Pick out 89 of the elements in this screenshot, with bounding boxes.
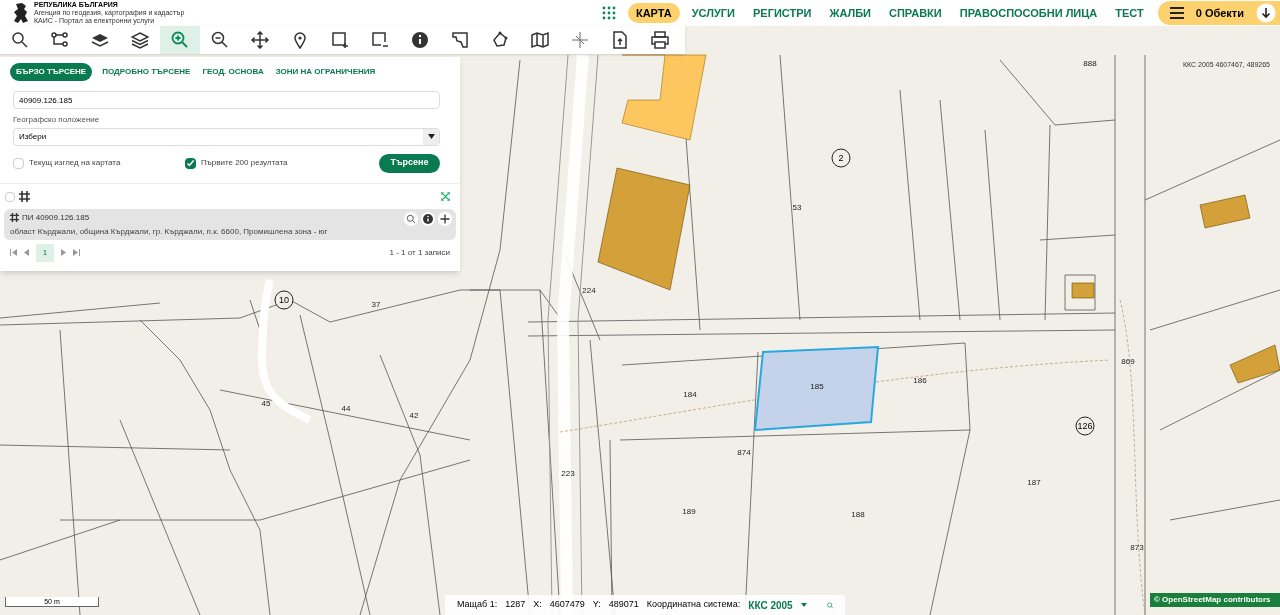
parcel-number: 42 — [409, 410, 419, 422]
crs-dropdown[interactable]: ККС 2005 — [748, 597, 807, 613]
split-lines-icon — [571, 31, 589, 49]
map-number-label: 2 — [831, 148, 851, 168]
attribution-bar: © OpenStreetMap contributors — [1150, 593, 1280, 607]
map-pin-icon — [291, 31, 309, 49]
checkbox[interactable] — [185, 157, 196, 169]
parcel-number: 869 — [1121, 356, 1135, 368]
checkbox-label: Първите 200 резултата — [201, 157, 288, 169]
x-label: X: — [533, 598, 542, 612]
polygon-icon — [491, 31, 509, 49]
search-icon — [11, 31, 29, 49]
search-tab[interactable]: ГЕОД. ОСНОВА — [200, 66, 266, 78]
parcel-number: 187 — [1027, 477, 1041, 489]
zoom-in-icon — [171, 31, 189, 49]
first-page-icon[interactable] — [10, 249, 17, 256]
parcel-number: 874 — [737, 447, 751, 459]
parcel-number: 888 — [1083, 58, 1097, 70]
move-arrows-icon — [251, 31, 269, 49]
layers-icon — [91, 31, 109, 49]
checkbox[interactable] — [13, 157, 24, 169]
x-value: 4607479 — [549, 598, 585, 612]
parcel-number: 45 — [261, 398, 271, 410]
parcel-number: 184 — [683, 389, 697, 401]
printer-icon — [651, 31, 669, 49]
pager-summary: 1 - 1 от 1 записи — [389, 246, 450, 259]
y-label: Y: — [592, 598, 601, 612]
parcel-number: 224 — [582, 285, 596, 297]
parcel-corner-icon — [451, 31, 469, 49]
nav-link[interactable]: УСЛУГИ — [685, 4, 741, 22]
parcel-number: 873 — [1130, 542, 1144, 554]
caret-down-icon — [800, 603, 807, 607]
search-field[interactable]: 40909.126.185 — [13, 91, 440, 109]
menu-icon — [1169, 7, 1184, 19]
layers-icon — [131, 31, 149, 49]
parcel-number: 53 — [792, 202, 802, 214]
parcel-number: 189 — [682, 506, 696, 518]
crs-label: Координатна система: — [646, 598, 741, 612]
info-icon — [411, 31, 429, 49]
search-button[interactable]: Търсене — [379, 153, 440, 173]
scale-value: 1287 — [505, 598, 526, 612]
info-icon[interactable] — [421, 211, 435, 226]
parcel-number: 186 — [913, 375, 927, 387]
result-item[interactable]: ПИ 40909.126.185 област Кърджали, община Кърджали, гр. Кърджали, п.к. 6600, Промишлена зона - юг — [4, 208, 456, 240]
nav-link[interactable]: ПРАВОСПОСОБНИ ЛИЦА — [953, 4, 1104, 22]
select-all-checkbox[interactable] — [5, 191, 15, 202]
search-tab[interactable]: БЪРЗО ТЪРСЕНЕ — [10, 63, 93, 81]
zoom-out-icon — [211, 31, 229, 49]
building[interactable] — [1199, 194, 1251, 229]
parcel-number: 37 — [371, 299, 381, 311]
search-icon[interactable] — [404, 211, 418, 226]
parcel-number: 223 — [561, 468, 575, 480]
field-label: Географско положение — [13, 113, 100, 126]
expand-icon[interactable] — [441, 192, 450, 201]
parcel-grid-icon — [19, 191, 30, 202]
page-button[interactable]: 1 — [36, 243, 54, 262]
nav-link[interactable]: СПРАВКИ — [883, 4, 948, 22]
search-tab[interactable]: ПОДРОБНО ТЪРСЕНЕ — [100, 66, 193, 78]
nav-link[interactable]: ЖАЛБИ — [823, 4, 877, 22]
apps-grid-icon[interactable] — [601, 6, 616, 20]
parcel-grid-icon — [10, 213, 19, 222]
map-number-label: 10 — [274, 290, 294, 310]
nav-link[interactable]: КАРТА — [627, 2, 680, 24]
scale-label: Мащаб 1: — [457, 598, 498, 612]
plus-icon[interactable] — [438, 211, 452, 226]
parcel-number: 44 — [341, 403, 351, 415]
previous-page-icon[interactable] — [23, 249, 30, 256]
map-number-label: 126 — [1075, 416, 1095, 436]
y-value: 489071 — [608, 598, 639, 612]
node-tree-icon — [51, 31, 69, 49]
building[interactable] — [597, 167, 691, 291]
document-upload-icon — [611, 31, 629, 49]
cart-button[interactable]: 0 Обекти — [1157, 1, 1280, 25]
result-title: ПИ 40909.126.185 — [22, 211, 90, 224]
rectangle-add-icon — [331, 31, 349, 49]
caret-down-icon — [427, 134, 435, 139]
building[interactable] — [1229, 344, 1280, 384]
result-address: област Кърджали, община Кърджали, гр. Кърджали, п.к. 6600, Промишлена зона - юг — [10, 225, 329, 238]
search-tab[interactable]: ЗОНИ НА ОГРАНИЧЕНИЯ — [273, 66, 378, 78]
next-page-icon[interactable] — [60, 249, 67, 256]
location-dropdown[interactable]: Избери — [13, 127, 440, 146]
checkbox-label: Текущ изглед на картата — [29, 157, 121, 169]
nav-link[interactable]: ТЕСТ — [1109, 4, 1150, 22]
folded-map-icon — [531, 31, 549, 49]
parcel-number: 185 — [810, 381, 824, 393]
nav-link[interactable]: РЕГИСТРИ — [747, 4, 818, 22]
rectangle-remove-icon — [371, 31, 389, 49]
parcel-number: 188 — [851, 509, 865, 521]
last-page-icon[interactable] — [73, 249, 80, 256]
